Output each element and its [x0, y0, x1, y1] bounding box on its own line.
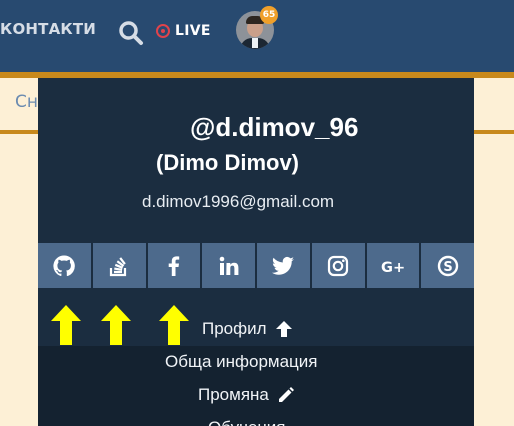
social-skype-button[interactable]: S	[421, 243, 474, 288]
svg-text:G+: G+	[381, 259, 405, 276]
social-instagram-button[interactable]	[311, 243, 365, 288]
social-google-plus-button[interactable]: G+	[366, 243, 420, 288]
social-twitter-button[interactable]	[257, 243, 310, 288]
social-github-button[interactable]	[38, 243, 91, 288]
menu-item-general-info[interactable]: Обща информация	[165, 352, 318, 372]
social-links: G+ S	[38, 243, 474, 288]
menu-item-partial-label: Обучения	[208, 418, 286, 426]
linkedin-icon	[219, 256, 239, 275]
stackoverflow-icon	[110, 256, 127, 276]
menu-item-partial[interactable]: Обучения	[208, 418, 286, 426]
menu-item-profile-label: Профил	[202, 319, 267, 338]
svg-text:S: S	[443, 260, 452, 275]
live-link[interactable]: LIVE	[156, 23, 211, 39]
live-label: LIVE	[175, 23, 211, 39]
live-indicator-icon	[156, 24, 170, 38]
profile-handle: @d.dimov_96	[190, 112, 359, 142]
twitter-icon	[272, 256, 295, 275]
social-linkedin-button[interactable]	[202, 243, 255, 288]
menu-item-general-info-label: Обща информация	[165, 352, 318, 371]
menu-item-change-label: Промяна	[198, 385, 269, 404]
sub-navbar-link[interactable]: Сн	[15, 92, 38, 112]
menu-item-profile[interactable]: Профил	[202, 319, 293, 339]
arrow-up-icon	[275, 321, 292, 337]
pencil-icon	[278, 387, 294, 402]
profile-full-name: (Dimo Dimov)	[156, 150, 299, 175]
social-stackoverflow-button[interactable]	[92, 243, 146, 288]
highlight-arrow-icon	[101, 305, 131, 345]
highlight-arrow-icon	[51, 305, 81, 345]
facebook-icon	[168, 255, 180, 276]
search-icon[interactable]	[118, 20, 144, 46]
notification-badge: 65	[260, 6, 278, 24]
social-facebook-button[interactable]	[147, 243, 201, 288]
menu-item-change[interactable]: Промяна	[198, 385, 295, 405]
instagram-icon	[328, 255, 349, 276]
nav-link-contacts[interactable]: КОНТАКТИ	[0, 20, 96, 38]
highlight-arrow-icon	[159, 305, 189, 345]
skype-icon: S	[437, 255, 458, 276]
github-icon	[53, 254, 76, 276]
profile-email: d.dimov1996@gmail.com	[142, 192, 335, 211]
google-plus-icon: G+	[381, 259, 405, 276]
